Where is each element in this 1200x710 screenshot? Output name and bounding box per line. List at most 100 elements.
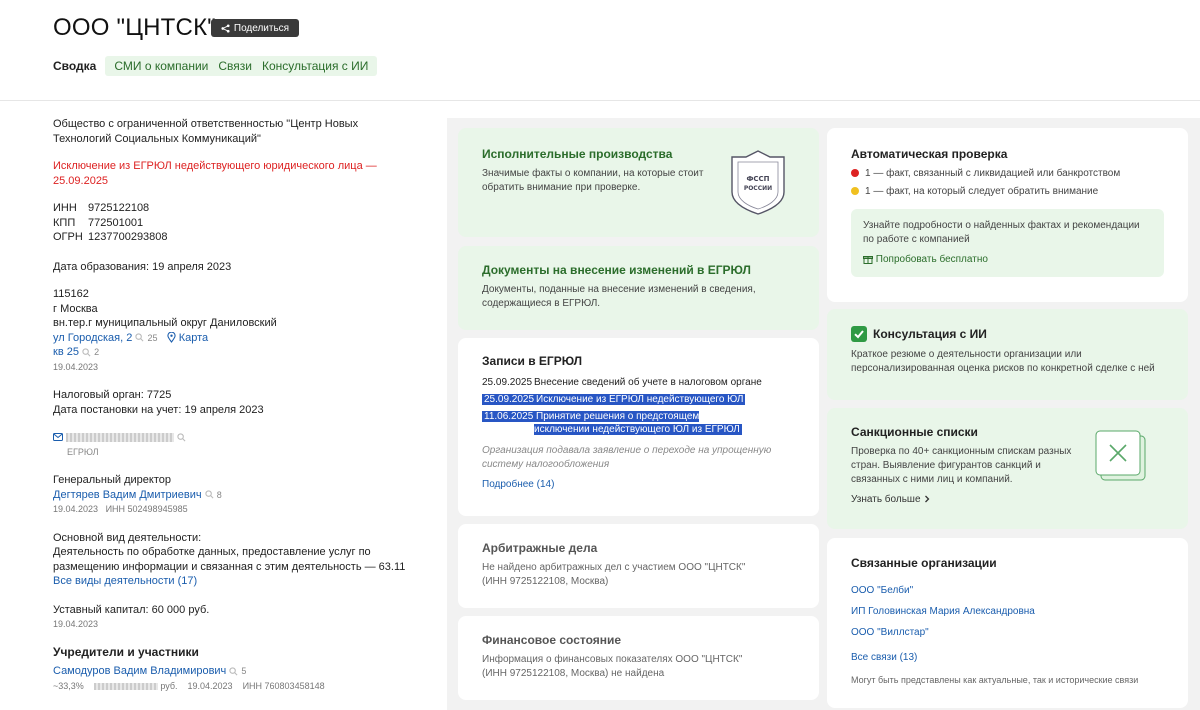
exclusion-status: Исключение из ЕГРЮЛ недействующего юриди… bbox=[53, 160, 377, 187]
address-zip: 115162 bbox=[53, 288, 89, 300]
director-role: Генеральный директор bbox=[53, 474, 171, 486]
card-egrul-title: Записи в ЕГРЮЛ bbox=[482, 354, 583, 368]
map-pin-icon bbox=[167, 332, 176, 343]
sanctions-more-link[interactable]: Узнать больше bbox=[851, 494, 921, 505]
search-icon[interactable] bbox=[135, 333, 144, 342]
tab-links[interactable]: Связи bbox=[213, 59, 257, 73]
tab-summary[interactable]: Сводка bbox=[53, 59, 96, 73]
search-icon[interactable] bbox=[229, 666, 238, 676]
map-link[interactable]: Карта bbox=[179, 332, 208, 344]
card-documents-text: Документы, поданные на внесение изменени… bbox=[482, 284, 756, 309]
card-sanctions[interactable]: Санкционные списки Проверка по 40+ санкц… bbox=[827, 408, 1188, 529]
fssp-badge-line2: РОССИИ bbox=[744, 185, 772, 192]
all-activities-link[interactable]: Все виды деятельности (17) bbox=[53, 575, 197, 587]
kpp-value[interactable]: 772501001 bbox=[88, 216, 413, 231]
activity-block: Основной вид деятельности: Деятельность … bbox=[53, 531, 408, 589]
red-dot-icon bbox=[851, 169, 859, 178]
egrul-row-date: 11.06.2025 bbox=[482, 411, 536, 422]
related-org-link[interactable]: ООО "Виллстар" bbox=[851, 622, 1164, 643]
egrul-row: 11.06.2025 Принятие решения о предстояще… bbox=[482, 410, 795, 436]
related-org-link[interactable]: ООО "Белби" bbox=[851, 580, 1164, 601]
founder-amount-hidden bbox=[93, 682, 158, 690]
inn-value[interactable]: 9725122108 bbox=[88, 201, 413, 216]
chevron-right-icon bbox=[925, 495, 930, 503]
company-title: ООО "ЦНТСК" bbox=[53, 14, 216, 41]
flat-count: 2 bbox=[94, 347, 100, 357]
inn-label: ИНН bbox=[53, 202, 77, 214]
founder-count: 5 bbox=[241, 666, 247, 676]
egrul-row-text: Внесение сведений об учете в налоговом о… bbox=[534, 377, 762, 388]
founder-date: 19.04.2023 bbox=[187, 680, 233, 691]
share-icon bbox=[221, 23, 230, 33]
tab-media[interactable]: СМИ о компании bbox=[109, 59, 213, 73]
card-arbitration-title: Арбитражные дела bbox=[482, 541, 598, 555]
card-ai-title: Консультация с ИИ bbox=[873, 327, 987, 341]
ai-check-icon bbox=[851, 326, 867, 342]
try-free-link[interactable]: Попробовать бесплатно bbox=[876, 254, 988, 265]
fssp-emblem-icon: ФССП РОССИИ bbox=[731, 150, 785, 215]
director-date: 19.04.2023 bbox=[53, 504, 99, 514]
capital: Уставный капитал: 60 000 руб. bbox=[53, 603, 210, 616]
egrul-row: 25.09.2025 Внесение сведений об учете в … bbox=[482, 376, 795, 389]
requisites: ИНН 9725122108 КПП 772501001 ОГРН 123770029… bbox=[53, 201, 413, 245]
auto-promo-text: Узнайте подробности о найденных фактах и… bbox=[863, 220, 1140, 245]
full-name: Общество с ограниченной ответственностью… bbox=[53, 118, 359, 145]
address-street-link[interactable]: ул Городская, 2 bbox=[53, 332, 132, 344]
director-inn: ИНН 502498945985 bbox=[105, 504, 188, 514]
card-arbitration[interactable]: Арбитражные дела Не найдено арбитражных … bbox=[458, 524, 819, 608]
card-related-title: Связанные организации bbox=[851, 556, 997, 570]
card-auto-check-title: Автоматическая проверка bbox=[851, 147, 1008, 161]
activity-label: Основной вид деятельности: bbox=[53, 531, 202, 544]
egrul-row-text: Исключение из ЕГРЮЛ недействующего ЮЛ bbox=[534, 394, 746, 405]
kpp-label: КПП bbox=[53, 216, 76, 229]
egrul-more-link[interactable]: Подробнее (14) bbox=[482, 479, 795, 490]
ogrn-value[interactable]: 1237700293808 bbox=[88, 230, 413, 245]
search-icon[interactable] bbox=[82, 347, 91, 357]
card-fssp-text: Значимые факты о компании, на которые ст… bbox=[482, 168, 704, 193]
all-links-link[interactable]: Все связи (13) bbox=[851, 647, 1164, 668]
card-ai[interactable]: Консультация с ИИ Краткое резюме о деяте… bbox=[827, 309, 1188, 400]
related-org-link[interactable]: ИП Головинская Мария Александровна bbox=[851, 601, 1164, 622]
address-flat-link[interactable]: кв 25 bbox=[53, 346, 79, 358]
search-icon[interactable] bbox=[177, 432, 186, 442]
card-sanctions-text: Проверка по 40+ санкционным спискам разн… bbox=[851, 446, 1072, 485]
egrul-row: 25.09.2025 Исключение из ЕГРЮЛ недейству… bbox=[482, 393, 795, 406]
tax-org: Налоговый орган: 7725 bbox=[53, 389, 172, 401]
card-related: Связанные организации ООО "Белби" ИП Гол… bbox=[827, 538, 1188, 708]
card-arbitration-text: Не найдено арбитражных дел с участием ОО… bbox=[482, 562, 746, 587]
activity-text: Деятельность по обработке данных, предос… bbox=[53, 546, 406, 573]
card-finance-title: Финансовое состояние bbox=[482, 633, 622, 647]
page-header: ООО "ЦНТСК" Поделиться Сводка СМИ о комп… bbox=[0, 0, 1200, 101]
share-button[interactable]: Поделиться bbox=[211, 19, 299, 37]
director-count: 8 bbox=[216, 489, 222, 500]
egrul-note: Организация подавала заявление о переход… bbox=[482, 445, 772, 470]
egrul-row-date: 25.09.2025 bbox=[482, 394, 537, 405]
card-egrul: Записи в ЕГРЮЛ 25.09.2025 Внесение сведе… bbox=[458, 338, 819, 516]
card-finance[interactable]: Финансовое состояние Информация о финанс… bbox=[458, 616, 819, 700]
address-block: 115162 г Москва вн.тер.г муниципальный о… bbox=[53, 287, 413, 374]
tabbar: СМИ о компании Связи Консультация с ИИ bbox=[105, 56, 378, 76]
email-block: ЕГРЮЛ bbox=[53, 430, 413, 459]
founded-date: Дата образования: 19 апреля 2023 bbox=[53, 260, 232, 273]
card-documents[interactable]: Документы на внесение изменений в ЕГРЮЛ … bbox=[458, 246, 819, 330]
founder-rub: руб. bbox=[160, 680, 178, 691]
director-link[interactable]: Дегтярев Вадим Дмитриевич bbox=[53, 489, 202, 501]
egrul-row-date: 25.09.2025 bbox=[482, 377, 533, 388]
card-ai-text: Краткое резюме о деятельности организаци… bbox=[851, 349, 1155, 374]
egrul-row-text: Принятие решения о предстоящем исключени… bbox=[534, 411, 742, 435]
founder-inn: ИНН 760803458148 bbox=[242, 680, 325, 691]
card-fssp[interactable]: Исполнительные производства Значимые фак… bbox=[458, 128, 819, 237]
tab-ai[interactable]: Консультация с ИИ bbox=[257, 59, 373, 73]
address-date: 19.04.2023 bbox=[53, 361, 99, 372]
email-hidden[interactable] bbox=[66, 432, 175, 442]
share-label: Поделиться bbox=[233, 22, 290, 34]
street-count: 25 bbox=[147, 332, 158, 343]
auto-fact-yellow: 1 — факт, на который следует обратить вн… bbox=[865, 186, 1099, 197]
card-finance-text: Информация о финансовых показателях ООО … bbox=[482, 654, 743, 679]
founder-link[interactable]: Самодуров Вадим Владимирович bbox=[53, 665, 226, 677]
search-icon[interactable] bbox=[205, 490, 214, 499]
tax-date: Дата постановки на учет: 19 апреля 2023 bbox=[53, 403, 264, 416]
sanctions-x-icon bbox=[1095, 430, 1146, 481]
company-details: Общество с ограниченной ответственностью… bbox=[53, 117, 413, 693]
auto-promo: Узнайте подробности о найденных фактах и… bbox=[851, 209, 1164, 277]
